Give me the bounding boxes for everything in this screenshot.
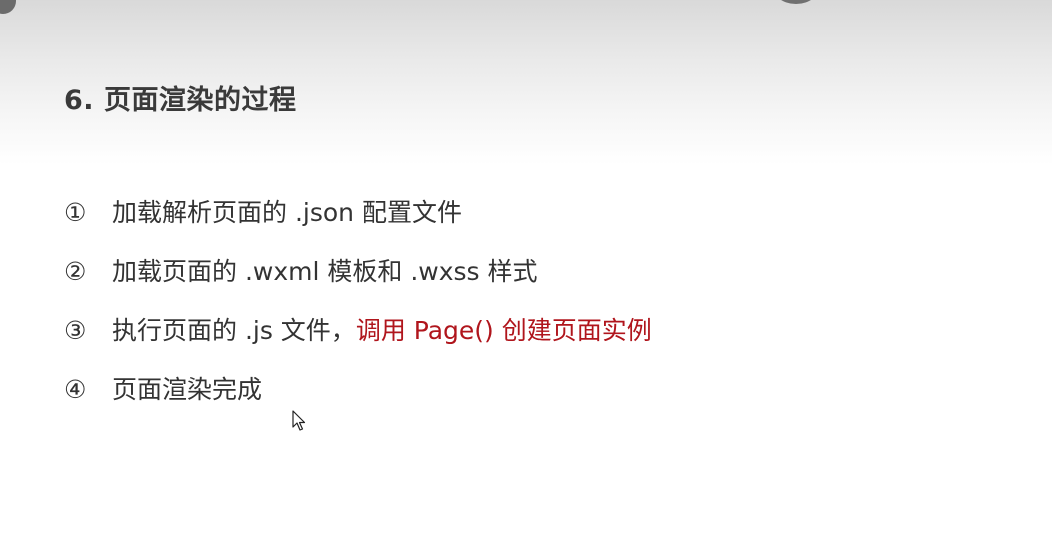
- step-text: 加载解析页面的 .json 配置文件: [112, 198, 462, 227]
- mouse-pointer-icon: [292, 410, 306, 436]
- list-item: ① 加载解析页面的 .json 配置文件: [64, 194, 652, 253]
- step-text: 页面渲染完成: [112, 375, 263, 404]
- step-number: ③: [64, 316, 87, 345]
- step-number: ④: [64, 375, 87, 404]
- slide: 6. 页面渲染的过程 ① 加载解析页面的 .json 配置文件 ② 加载页面的 .w…: [0, 0, 1052, 551]
- slide-title: 6. 页面渲染的过程: [64, 85, 297, 116]
- step-number: ①: [64, 198, 87, 227]
- step-highlight: 调用 Page() 创建页面实例: [355, 316, 652, 345]
- step-text: 加载页面的 .wxml 模板和 .wxss 样式: [112, 257, 538, 286]
- list-item: ② 加载页面的 .wxml 模板和 .wxss 样式: [64, 253, 652, 312]
- step-number: ②: [64, 257, 87, 286]
- step-text: 执行页面的 .js 文件，: [112, 316, 356, 345]
- list-item: ③ 执行页面的 .js 文件，调用 Page() 创建页面实例: [64, 312, 652, 371]
- list-item: ④ 页面渲染完成: [64, 371, 652, 430]
- steps-list: ① 加载解析页面的 .json 配置文件 ② 加载页面的 .wxml 模板和 .wx…: [64, 194, 652, 430]
